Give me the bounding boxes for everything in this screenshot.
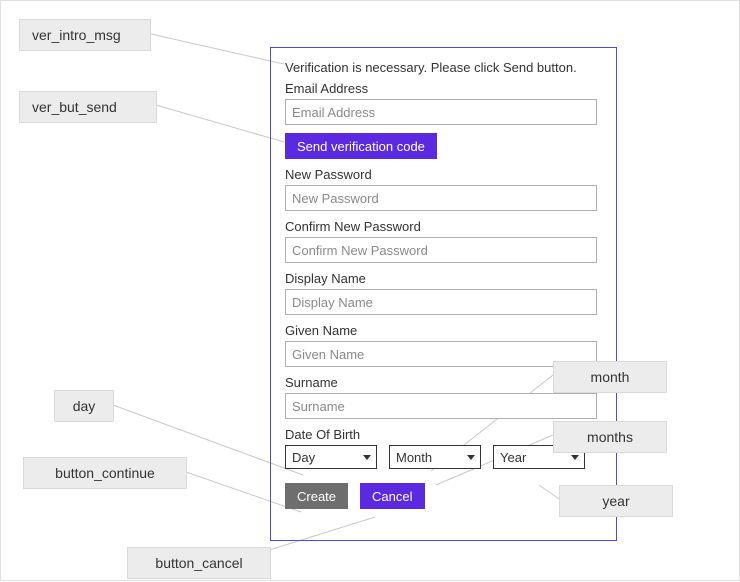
new-password-label: New Password <box>285 167 602 182</box>
signup-form-panel: Verification is necessary. Please click … <box>270 47 617 541</box>
annotation-months: months <box>553 421 667 453</box>
chevron-down-icon <box>358 446 376 468</box>
dob-month-select[interactable]: Month <box>389 445 481 469</box>
email-label: Email Address <box>285 81 602 96</box>
send-verification-button[interactable]: Send verification code <box>285 133 437 159</box>
cancel-button[interactable]: Cancel <box>360 483 424 509</box>
given-name-input[interactable] <box>285 341 597 367</box>
display-name-input[interactable] <box>285 289 597 315</box>
chevron-down-icon <box>462 446 480 468</box>
given-name-label: Given Name <box>285 323 602 338</box>
annotation-day: day <box>54 390 114 422</box>
surname-input[interactable] <box>285 393 597 419</box>
dob-month-value: Month <box>396 450 432 465</box>
confirm-password-field-group: Confirm New Password <box>285 219 602 263</box>
display-name-label: Display Name <box>285 271 602 286</box>
annotation-ver-but-send: ver_but_send <box>19 91 157 123</box>
email-input[interactable] <box>285 99 597 125</box>
annotation-ver-intro-msg: ver_intro_msg <box>19 19 151 51</box>
annotation-button-continue: button_continue <box>23 457 187 489</box>
send-button-wrapper: Send verification code <box>285 133 602 159</box>
form-action-row: Create Cancel <box>285 483 602 509</box>
create-button[interactable]: Create <box>285 483 348 509</box>
display-name-field-group: Display Name <box>285 271 602 315</box>
annotation-month: month <box>553 361 667 393</box>
dob-year-value: Year <box>500 450 526 465</box>
canvas: Verification is necessary. Please click … <box>0 0 740 581</box>
new-password-input[interactable] <box>285 185 597 211</box>
verification-intro-message: Verification is necessary. Please click … <box>285 60 602 75</box>
email-field-group: Email Address <box>285 81 602 125</box>
annotation-button-cancel: button_cancel <box>127 547 271 579</box>
annotation-year: year <box>559 485 673 517</box>
new-password-field-group: New Password <box>285 167 602 211</box>
confirm-password-input[interactable] <box>285 237 597 263</box>
dob-day-select[interactable]: Day <box>285 445 377 469</box>
dob-day-value: Day <box>292 450 315 465</box>
confirm-password-label: Confirm New Password <box>285 219 602 234</box>
